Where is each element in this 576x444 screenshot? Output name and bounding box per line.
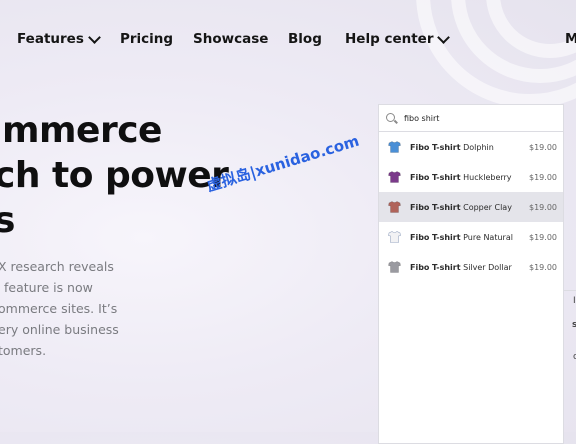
side-divider: [563, 290, 576, 291]
side-panel: [563, 104, 576, 444]
search-result-item[interactable]: Fibo T-shirt Copper Clay $19.00: [379, 192, 563, 222]
result-type: T-shirt: [431, 142, 461, 152]
nav-item-cut[interactable]: M: [565, 31, 576, 47]
nav-pricing[interactable]: Pricing: [120, 31, 173, 47]
result-type: T-shirt: [431, 232, 461, 242]
result-brand: Fibo: [410, 142, 430, 152]
search-result-item[interactable]: Fibo T-shirt Silver Dollar $19.00: [379, 252, 563, 282]
tshirt-thumbnail-icon: [388, 141, 401, 153]
result-variant: Pure Natural: [463, 232, 513, 242]
nav-blog-label: Blog: [288, 31, 322, 47]
nav-help-center[interactable]: Help center: [345, 30, 451, 47]
search-dropdown-panel: Fibo T-shirt Dolphin$19.00Fibo T-shirt H…: [378, 104, 564, 444]
nav-help-center-label: Help center: [345, 31, 434, 47]
result-variant: Dolphin: [463, 142, 494, 152]
nav-blog[interactable]: Blog: [288, 31, 322, 47]
nav-showcase[interactable]: Showcase: [193, 31, 268, 47]
nav-pricing-label: Pricing: [120, 31, 174, 47]
hero-body-line: ery online business: [0, 322, 119, 337]
result-price: $19.00: [529, 202, 557, 212]
result-price: $19.00: [529, 262, 557, 272]
result-brand: Fibo: [410, 232, 430, 242]
search-input[interactable]: [404, 113, 544, 123]
side-text: I: [573, 296, 576, 306]
result-type: T-shirt: [431, 262, 461, 272]
search-icon: [386, 113, 396, 123]
top-navigation: Features Pricing Showcase Blog Help cent…: [0, 0, 576, 80]
chevron-down-icon: [437, 30, 451, 44]
hero-description: X research reveals feature is now ommerc…: [0, 256, 119, 361]
search-results-list: Fibo T-shirt Dolphin $19.00 Fibo T-shirt H…: [379, 132, 563, 282]
result-brand: Fibo: [410, 262, 430, 272]
result-brand: Fibo: [410, 172, 430, 182]
hero-title: mmerce ch to power s: [0, 108, 229, 243]
tshirt-thumbnail-icon: [388, 201, 401, 213]
hero-title-line: mmerce: [2, 110, 162, 151]
hero-body-line: ommerce sites. It’s: [0, 301, 118, 316]
result-price: $19.00: [529, 172, 557, 182]
nav-features-label: Features: [17, 31, 84, 47]
tshirt-thumbnail-icon: [388, 261, 401, 273]
hero-title-line: ch to power: [0, 155, 229, 196]
side-text: s: [572, 320, 576, 330]
tshirt-thumbnail-icon: [388, 171, 401, 183]
result-variant: Silver Dollar: [463, 262, 512, 272]
search-result-item[interactable]: Fibo T-shirt Huckleberry $19.00: [379, 162, 563, 192]
search-bar[interactable]: [379, 105, 563, 132]
hero-body-line: tomers.: [0, 343, 47, 358]
result-variant: Huckleberry: [463, 172, 512, 182]
result-type: T-shirt: [431, 202, 461, 212]
chevron-down-icon: [87, 30, 101, 44]
search-result-item[interactable]: Fibo T-shirt Pure Natural $19.00: [379, 222, 563, 252]
nav-features[interactable]: Features: [17, 30, 101, 47]
nav-item-cut-label: M: [565, 31, 576, 47]
result-brand: Fibo: [410, 202, 430, 212]
hero-body-line: feature is now: [4, 280, 93, 295]
hero-body-line: X research reveals: [0, 259, 114, 274]
result-variant: Copper Clay: [463, 202, 512, 212]
search-result-item[interactable]: Fibo T-shirt Dolphin $19.00: [379, 132, 563, 162]
nav-showcase-label: Showcase: [193, 31, 269, 47]
result-price: $19.00: [529, 232, 557, 242]
result-type: T-shirt: [431, 172, 461, 182]
result-price: $19.00: [529, 142, 557, 152]
hero-title-line: s: [0, 200, 15, 241]
tshirt-thumbnail-icon: [388, 231, 401, 243]
